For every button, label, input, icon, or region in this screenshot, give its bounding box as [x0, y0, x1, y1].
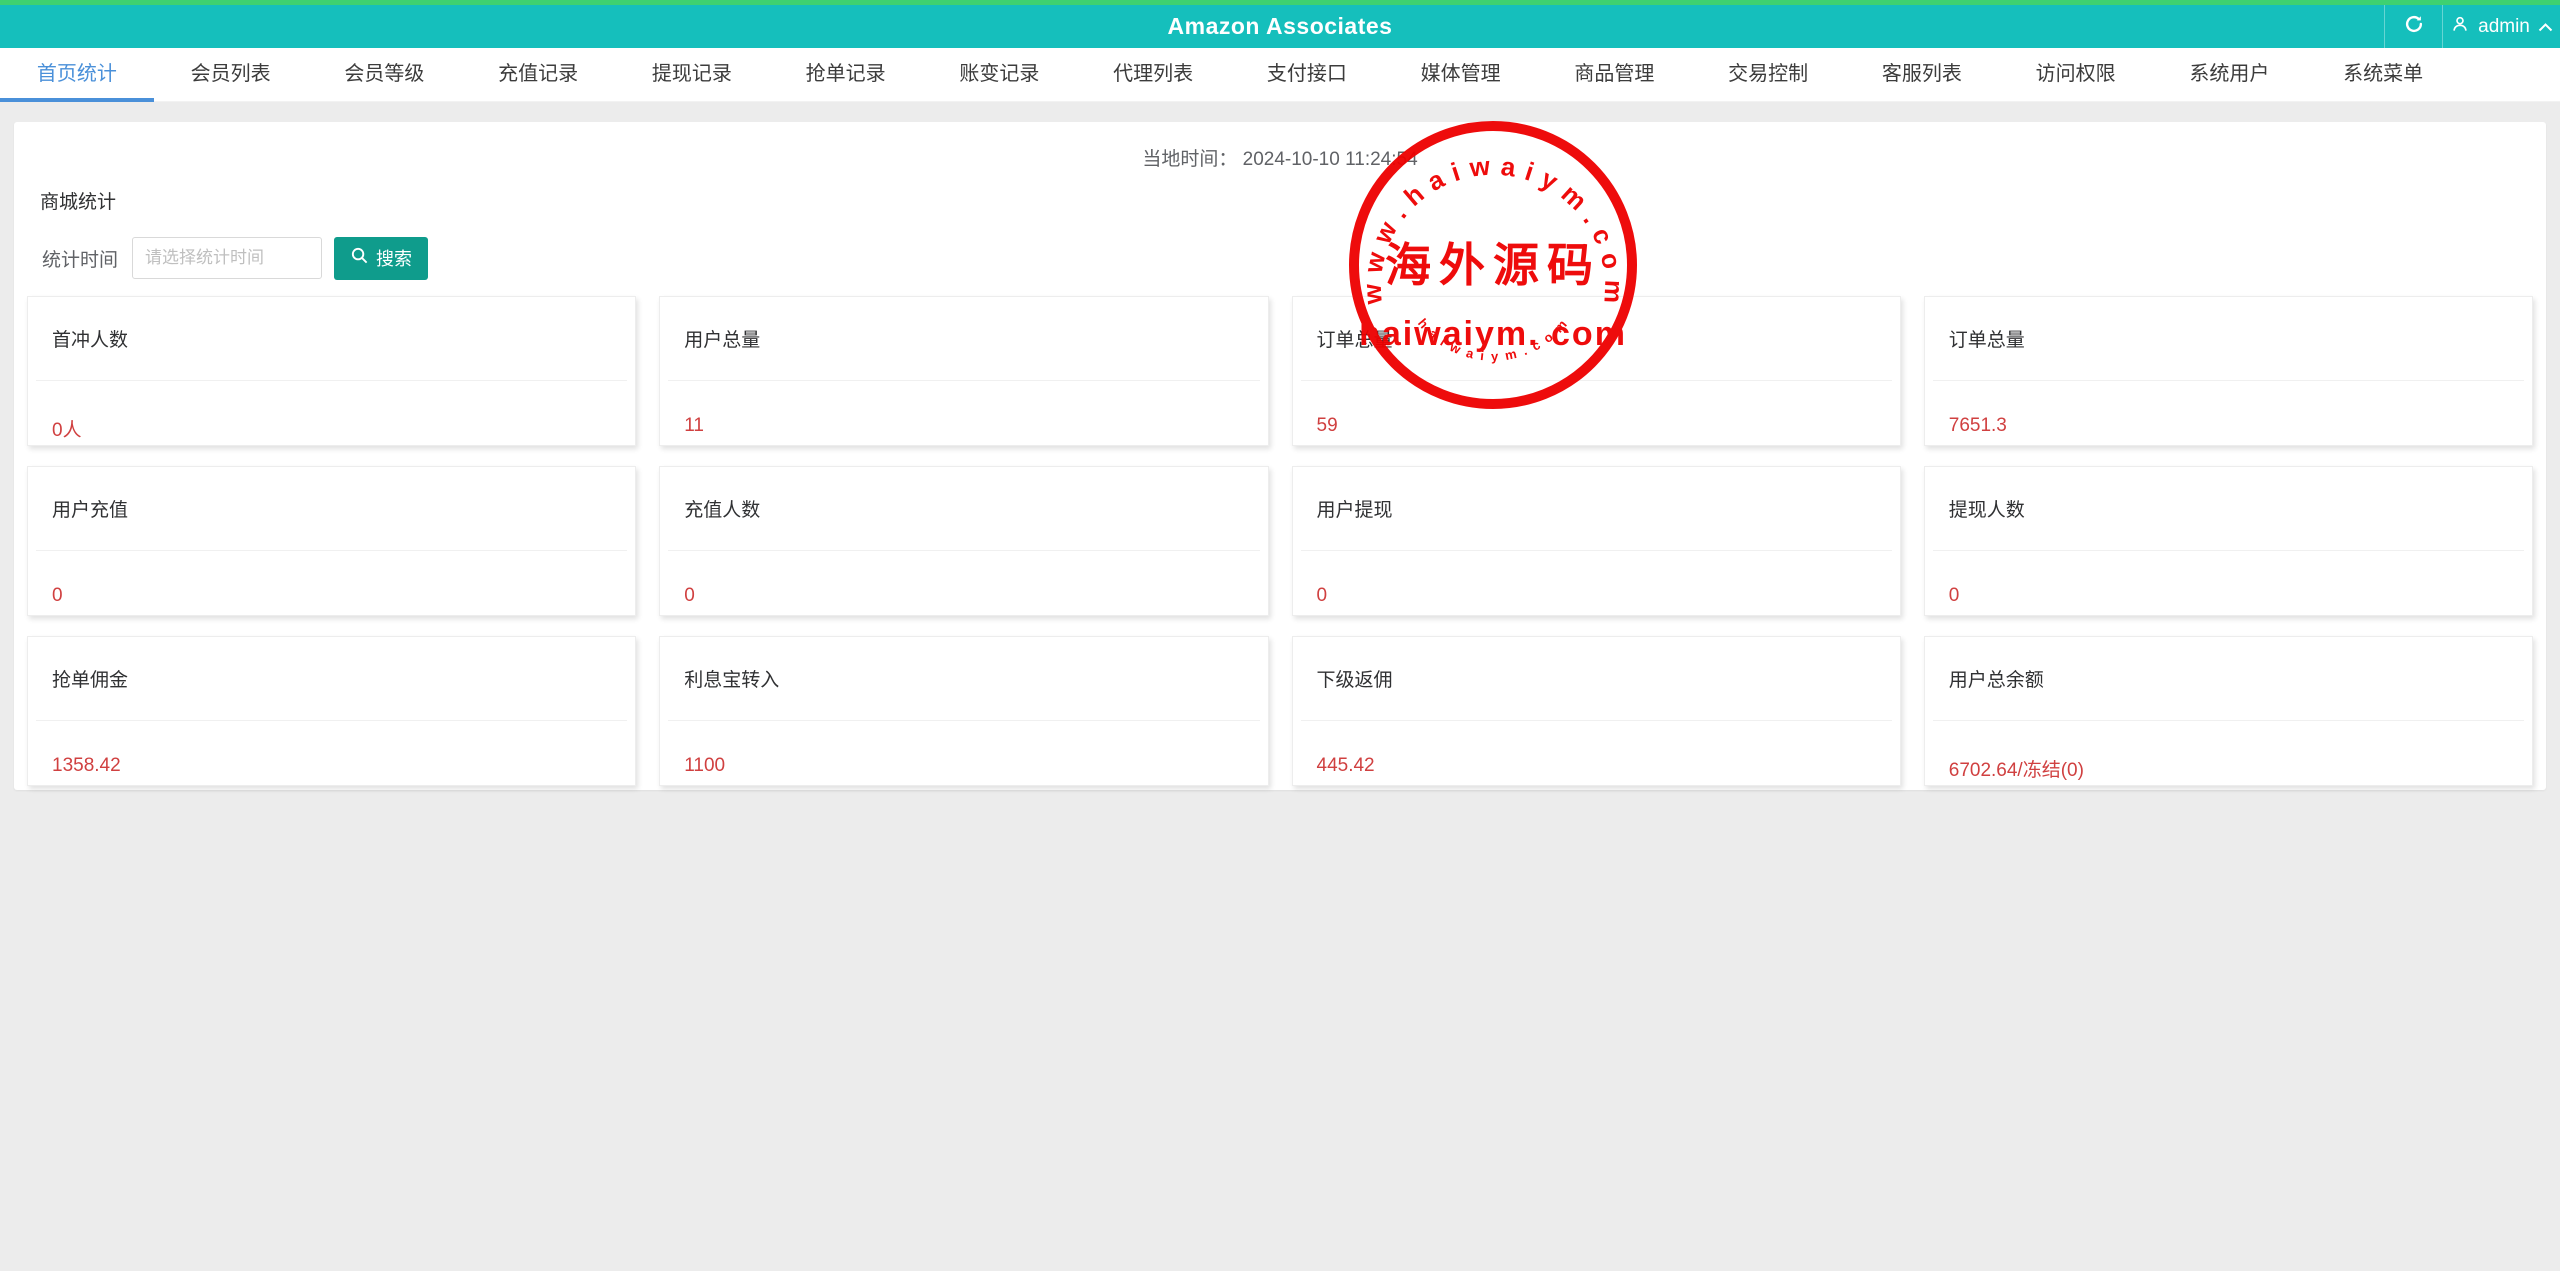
nav-tab-access-rights[interactable]: 访问权限 [1999, 48, 2153, 102]
nav-tab-home-stats[interactable]: 首页统计 [0, 48, 154, 102]
stat-card-recharge-users: 充值人数 0 [659, 466, 1269, 616]
local-time-value: 2024-10-10 11:24:54 [1242, 149, 1418, 170]
user-icon [2450, 14, 2470, 40]
stat-card-title: 利息宝转入 [684, 670, 780, 691]
stat-card-title: 用户总余额 [1948, 670, 2044, 691]
stat-card-title: 订单总量 [1948, 330, 2025, 351]
nav-tab-member-level[interactable]: 会员等级 [308, 48, 462, 102]
stats-panel: 当地时间： 2024-10-10 11:24:54 商城统计 统计时间 搜索 首… [14, 122, 2546, 790]
stats-filter-form: 统计时间 搜索 [14, 236, 2546, 280]
card-divider [1932, 550, 2524, 551]
stat-card-grab-commission: 抢单佣金 1358.42 [27, 636, 637, 786]
stat-card-value: 1358.42 [52, 755, 121, 776]
nav-tab-withdraw-records[interactable]: 提现记录 [615, 48, 769, 102]
stat-card-value: 0 [52, 585, 63, 606]
stat-card-value: 0 [684, 585, 695, 606]
stat-card-downline-rebate: 下级返佣 445.42 [1291, 636, 1901, 786]
section-title: 商城统计 [40, 192, 117, 213]
nav-tab-product-management[interactable]: 商品管理 [1538, 48, 1692, 102]
card-divider [1300, 380, 1892, 381]
card-divider [1300, 720, 1892, 721]
nav-tab-balance-change-records[interactable]: 账变记录 [923, 48, 1077, 102]
main-navbar: 首页统计 会员列表 会员等级 充值记录 提现记录 抢单记录 账变记录 代理列表 … [0, 48, 2560, 102]
stat-card-user-withdraw: 用户提现 0 [1291, 466, 1901, 616]
card-divider [36, 720, 628, 721]
nav-tab-media-management[interactable]: 媒体管理 [1384, 48, 1538, 102]
stat-cards-grid: 首冲人数 0人 用户总量 11 订单总量 59 订单总量 7651.3 用户充值… [27, 296, 2533, 786]
stat-card-title: 抢单佣金 [52, 670, 129, 691]
local-time-row: 当地时间： 2024-10-10 11:24:54 [14, 122, 2546, 171]
stat-card-value: 0 [1948, 585, 1960, 606]
nav-tab-order-grab-records[interactable]: 抢单记录 [769, 48, 923, 102]
time-filter-label: 统计时间 [41, 249, 118, 271]
stat-card-value: 445.42 [1316, 755, 1375, 776]
chevron-up-icon [2538, 16, 2553, 38]
nav-tab-member-list[interactable]: 会员列表 [154, 48, 308, 102]
stat-card-value: 6702.64/冻结(0) [1948, 760, 2084, 781]
time-filter-input[interactable] [132, 237, 322, 279]
card-divider [36, 550, 628, 551]
stat-card-title: 首冲人数 [52, 330, 129, 351]
stat-card-title: 用户提现 [1316, 500, 1393, 521]
stat-card-total-users: 用户总量 11 [659, 296, 1269, 446]
stat-card-title: 充值人数 [684, 500, 761, 521]
stat-card-title: 提现人数 [1948, 500, 2025, 521]
search-icon [350, 246, 369, 270]
nav-tab-agent-list[interactable]: 代理列表 [1076, 48, 1230, 102]
nav-tab-payment-api[interactable]: 支付接口 [1230, 48, 1384, 102]
user-menu[interactable]: admin [2442, 5, 2560, 48]
nav-tab-system-users[interactable]: 系统用户 [2153, 48, 2307, 102]
card-divider [668, 720, 1260, 721]
nav-tab-trade-control[interactable]: 交易控制 [1691, 48, 1845, 102]
card-divider [668, 550, 1260, 551]
stat-card-value: 0 [1316, 585, 1328, 606]
stat-card-total-user-balance: 用户总余额 6702.64/冻结(0) [1923, 636, 2533, 786]
stat-card-value: 59 [1316, 415, 1338, 436]
stat-card-user-recharge: 用户充值 0 [27, 466, 637, 616]
nav-tab-service-list[interactable]: 客服列表 [1845, 48, 1999, 102]
refresh-button[interactable] [2384, 5, 2442, 48]
card-divider [36, 380, 628, 381]
nav-tabs: 首页统计 会员列表 会员等级 充值记录 提现记录 抢单记录 账变记录 代理列表 … [0, 48, 2460, 102]
stat-card-title: 用户总量 [684, 330, 761, 351]
search-button-label: 搜索 [376, 249, 412, 269]
app-header: Amazon Associates admin [0, 0, 2560, 48]
local-time-label: 当地时间： [1142, 149, 1238, 170]
stat-card-total-order-amount: 订单总量 7651.3 [1923, 296, 2533, 446]
stat-card-value: 0人 [52, 420, 82, 441]
stat-card-title: 下级返佣 [1316, 670, 1393, 691]
stat-card-first-recharge-users: 首冲人数 0人 [27, 296, 637, 446]
stat-card-interest-transfer: 利息宝转入 1100 [659, 636, 1269, 786]
card-divider [1932, 380, 2524, 381]
card-divider [668, 380, 1260, 381]
card-divider [1300, 550, 1892, 551]
stat-card-value: 7651.3 [1948, 415, 2007, 436]
username-label: admin [2478, 15, 2530, 37]
header-controls: admin [2384, 5, 2560, 48]
stat-card-value: 11 [684, 415, 704, 436]
nav-tab-system-menu[interactable]: 系统菜单 [2306, 48, 2460, 102]
app-title: Amazon Associates [1167, 13, 1393, 39]
stat-card-withdraw-users: 提现人数 0 [1923, 466, 2533, 616]
stat-card-value: 1100 [684, 755, 726, 776]
stat-card-title: 订单总量 [1316, 330, 1393, 351]
nav-tab-recharge-records[interactable]: 充值记录 [461, 48, 615, 102]
card-divider [1932, 720, 2524, 721]
stat-card-title: 用户充值 [52, 500, 129, 521]
search-button[interactable]: 搜索 [334, 236, 428, 280]
stat-card-total-orders: 订单总量 59 [1291, 296, 1901, 446]
refresh-icon [2403, 13, 2425, 40]
